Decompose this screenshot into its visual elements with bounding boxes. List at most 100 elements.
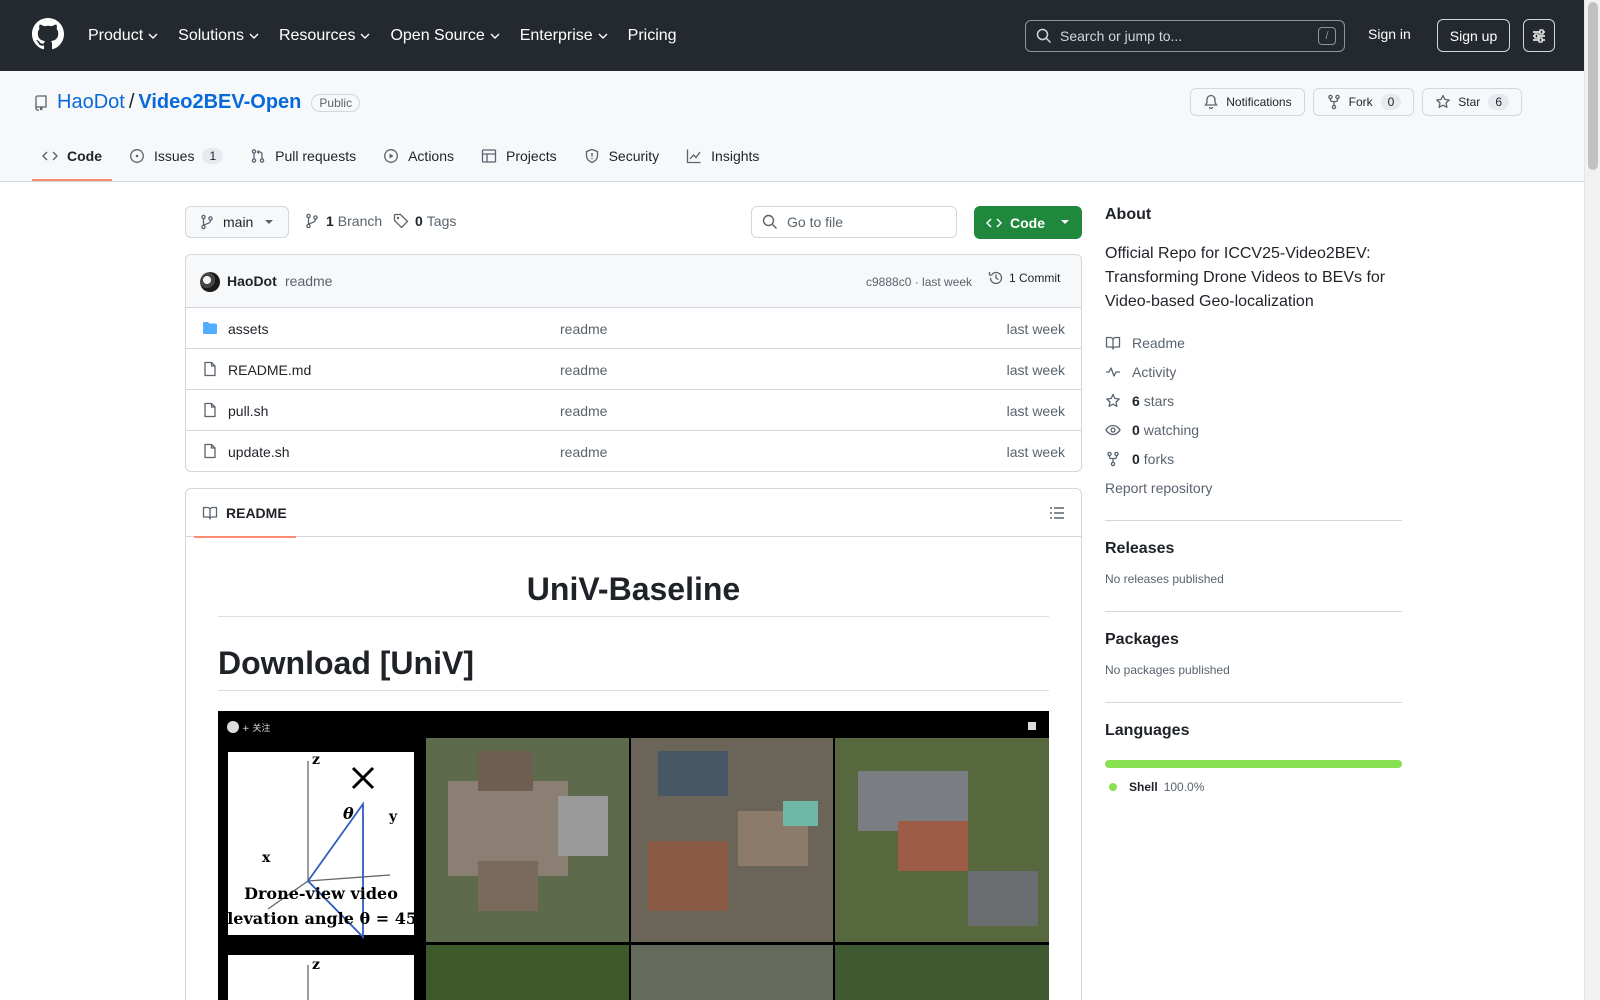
table-icon [481, 149, 497, 163]
tags-link[interactable]: 0 Tags [393, 213, 456, 229]
fork-label: Fork [1348, 95, 1373, 109]
code-icon [42, 151, 58, 161]
global-header: Product Solutions Resources Open Source … [0, 0, 1584, 71]
readme-tab[interactable]: README [194, 489, 296, 538]
visibility-badge: Public [311, 93, 361, 112]
go-to-file-input[interactable]: Go to file [751, 206, 957, 238]
branch-selector[interactable]: main [185, 206, 289, 238]
table-row[interactable]: assets readme last week [186, 308, 1081, 349]
repo-title: HaoDot / Video2BEV-Open Public [33, 91, 361, 114]
releases-heading[interactable]: Releases [1105, 540, 1402, 558]
language-item[interactable]: Shell 100.0% [1105, 780, 1402, 794]
issue-icon [130, 149, 144, 163]
tab-label: Security [608, 148, 660, 164]
nav-product[interactable]: Product [88, 27, 158, 45]
sign-in-link[interactable]: Sign in [1368, 26, 1411, 42]
star-count: 6 [1488, 94, 1509, 110]
figure-axis-y: y [388, 809, 398, 825]
tab-code[interactable]: Code [32, 131, 112, 181]
languages-section: Languages Shell 100.0% [1105, 702, 1402, 794]
tab-label: Code [67, 148, 102, 164]
table-row[interactable]: README.md readme last week [186, 349, 1081, 390]
table-row[interactable]: pull.sh readme last week [186, 390, 1081, 431]
about-item-label: watching [1143, 421, 1200, 438]
tab-security[interactable]: Security [574, 131, 670, 181]
watching-link[interactable]: 0 watching [1105, 415, 1402, 444]
notifications-button[interactable]: Notifications [1190, 88, 1305, 116]
branches-link[interactable]: 1 Branch [304, 213, 382, 229]
file-name-link[interactable]: assets [228, 321, 268, 337]
nav-enterprise[interactable]: Enterprise [520, 27, 608, 45]
figure-axis-x: x [262, 850, 271, 866]
sign-up-button[interactable]: Sign up [1437, 19, 1510, 52]
forks-count: 0 [1132, 450, 1140, 467]
commits-link[interactable]: 1 Commit [988, 270, 1060, 286]
figure-axis-z-2: z [312, 957, 320, 973]
file-name-link[interactable]: pull.sh [228, 403, 268, 419]
chevron-down-icon [490, 33, 500, 39]
avatar[interactable] [200, 272, 220, 292]
nav-open-source[interactable]: Open Source [390, 27, 500, 45]
tab-label: Insights [711, 148, 760, 164]
file-name-link[interactable]: README.md [228, 362, 311, 378]
file-commit-message[interactable]: readme [560, 403, 607, 419]
graph-icon [687, 149, 701, 164]
tab-insights[interactable]: Insights [676, 131, 769, 181]
about-heading: About [1105, 206, 1152, 223]
figure-angle-symbol: θ [343, 804, 354, 823]
stars-link[interactable]: 6 stars [1105, 386, 1402, 415]
search-icon [762, 214, 777, 229]
drone-view-figure: + 关注 z y x θ Drone-view video (elevation… [218, 711, 1049, 1000]
nav-resources[interactable]: Resources [279, 27, 370, 45]
forks-link[interactable]: 0 forks [1105, 444, 1402, 473]
file-name-link[interactable]: update.sh [228, 444, 290, 460]
branch-icon [306, 213, 318, 229]
go-to-file-placeholder: Go to file [787, 214, 844, 230]
report-repository-link[interactable]: Report repository [1105, 473, 1402, 502]
search-input[interactable]: Search or jump to... / [1025, 20, 1345, 52]
chevron-down-icon [148, 33, 158, 39]
releases-empty-text: No releases published [1105, 572, 1224, 586]
repo-path-separator: / [128, 91, 135, 113]
table-row[interactable]: update.sh readme last week [186, 431, 1081, 471]
star-button[interactable]: Star 6 [1422, 88, 1522, 116]
list-unordered-icon[interactable] [1049, 505, 1065, 521]
page-scrollbar[interactable] [1584, 0, 1600, 1000]
language-percent: 100.0% [1163, 780, 1205, 794]
code-dropdown-button[interactable]: Code [974, 206, 1082, 239]
scrollbar-thumb[interactable] [1588, 2, 1598, 170]
readme-link[interactable]: Readme [1105, 328, 1402, 357]
nav-pricing[interactable]: Pricing [628, 27, 677, 45]
repo-actions: Notifications Fork 0 Star 6 [1190, 88, 1522, 116]
search-icon [1036, 28, 1052, 44]
search-placeholder: Search or jump to... [1060, 28, 1183, 44]
file-commit-message[interactable]: readme [560, 362, 607, 378]
tab-issues[interactable]: Issues 1 [119, 131, 233, 181]
tab-projects[interactable]: Projects [471, 131, 567, 181]
file-commit-message[interactable]: readme [560, 444, 607, 460]
settings-menu-button[interactable] [1523, 19, 1555, 52]
readme-title: UniV-Baseline [218, 571, 1049, 617]
languages-heading: Languages [1105, 722, 1190, 739]
repo-owner-link[interactable]: HaoDot [57, 91, 125, 114]
readme-tab-label: README [226, 505, 287, 521]
figure-axis-z: z [312, 752, 320, 768]
language-name: Shell [1129, 780, 1158, 794]
watching-count: 0 [1132, 421, 1140, 438]
activity-link[interactable]: Activity [1105, 357, 1402, 386]
file-commit-date: last week [1006, 362, 1065, 378]
commit-message-link[interactable]: readme [285, 273, 332, 289]
chevron-down-icon [249, 33, 259, 39]
github-logo-icon[interactable] [32, 18, 64, 50]
commit-hash-time[interactable]: c9888c0 · last week [866, 275, 972, 289]
file-commit-message[interactable]: readme [560, 321, 607, 337]
nav-solutions[interactable]: Solutions [178, 27, 259, 45]
about-item-label: stars [1143, 392, 1175, 409]
tab-pull-requests[interactable]: Pull requests [240, 131, 366, 181]
fork-button[interactable]: Fork 0 [1312, 88, 1415, 116]
tab-actions[interactable]: Actions [373, 131, 464, 181]
packages-heading[interactable]: Packages [1105, 631, 1402, 649]
commit-author-link[interactable]: HaoDot [227, 273, 277, 289]
repo-name-link[interactable]: Video2BEV-Open [138, 91, 301, 114]
file-icon [204, 443, 216, 459]
